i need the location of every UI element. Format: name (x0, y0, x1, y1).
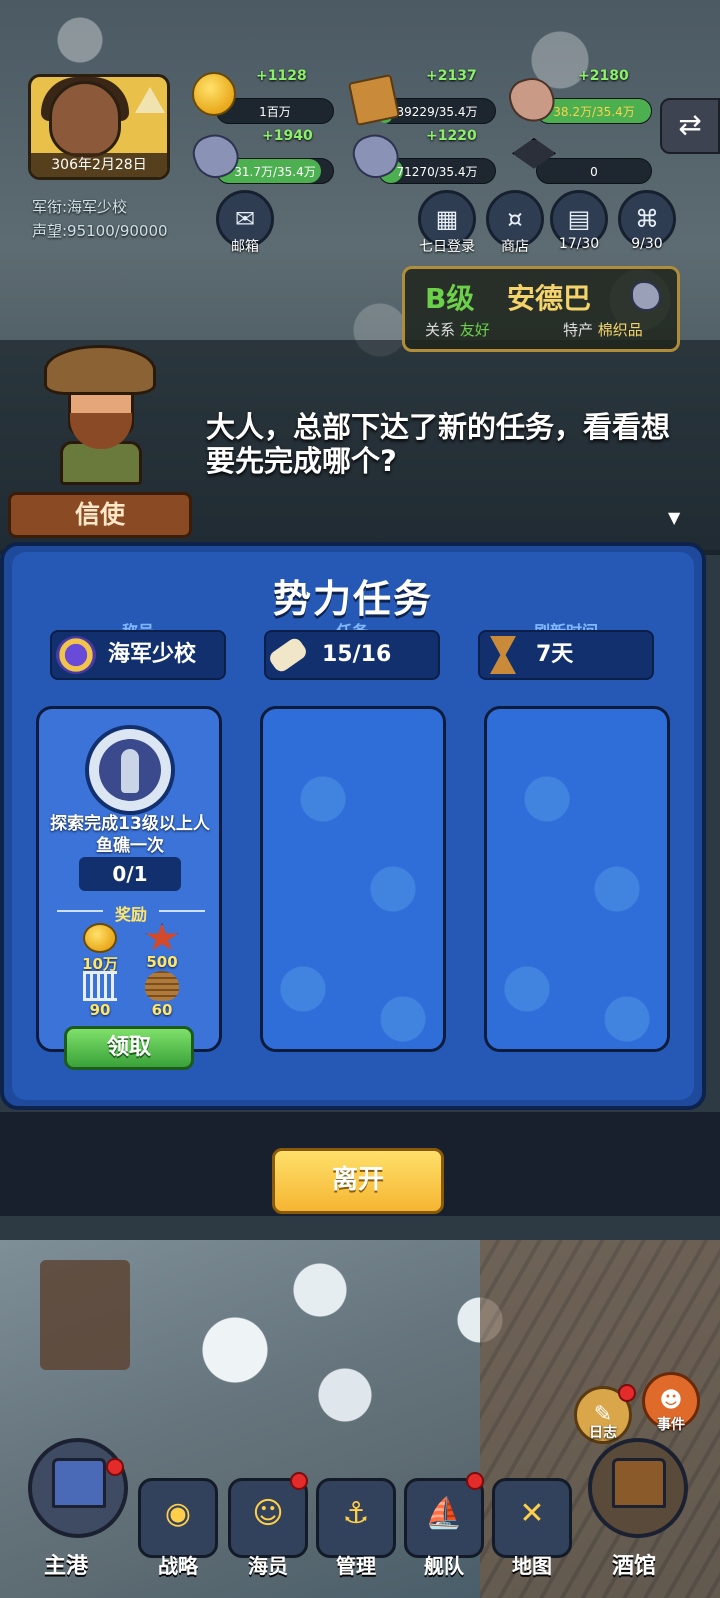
tavern-button[interactable] (588, 1438, 688, 1538)
reward-reputation: 500 (135, 923, 189, 971)
relation-value: 友好 (459, 321, 490, 339)
crew-label: 海员 (248, 1554, 288, 1578)
stone-delta: +2180 (578, 68, 629, 84)
dialog-text: 大人，总部下达了新的任务，看看想要先完成哪个? (206, 410, 671, 478)
empty-task-slot (260, 706, 446, 1052)
strategy-label: 战略 (158, 1554, 198, 1578)
tavern-building-icon (612, 1458, 666, 1508)
refresh-stat: 7天 (478, 630, 654, 680)
gold-coin-icon (192, 72, 236, 116)
manage-button[interactable]: ⚓ (316, 1478, 396, 1558)
money-bag-icon: ¤ (507, 205, 523, 233)
rope-coil-icon (145, 971, 179, 1001)
wood-crate-icon (347, 73, 401, 127)
reward-fishbone: 90 (73, 971, 127, 1019)
calendar-icon: ▦ (435, 205, 459, 233)
demon-face-icon: ☻ (659, 1388, 683, 1413)
fleet-button[interactable]: ⛵ (404, 1478, 484, 1558)
title-stat: 海军少校 (50, 630, 226, 680)
product-value: 棉织品 (597, 321, 643, 339)
fleet-label: 舰队 (424, 1554, 464, 1578)
rank-badge-icon (56, 636, 96, 674)
claim-button[interactable]: 领取 (64, 1026, 194, 1070)
tavern-label: 酒馆 (612, 1554, 657, 1579)
event-label: 事件 (657, 1417, 685, 1433)
gold-value: 1百万 (259, 105, 291, 119)
nation-relation: 关系 友好 (425, 321, 490, 339)
mermaid-reef-icon (85, 725, 175, 815)
map-icon: ✕ (519, 1496, 545, 1531)
star-medal-icon (145, 923, 179, 951)
leave-button[interactable]: 离开 (272, 1148, 444, 1214)
speaker-name: 信使 (8, 492, 192, 538)
avatar-face (49, 81, 121, 157)
academy-bar: 0 (536, 158, 652, 184)
reward-header: 奖励 (114, 905, 147, 924)
ship-icon: ⛵ (425, 1496, 463, 1531)
notification-dot (466, 1472, 484, 1490)
manage-label: 管理 (336, 1554, 376, 1578)
gold-coin-icon (83, 923, 117, 953)
reward-rope: 60 (135, 971, 189, 1019)
notification-dot (106, 1458, 124, 1476)
hat-icon (44, 345, 156, 395)
envelope-icon: ✉ (234, 205, 256, 233)
scroll-icon: ⌘ (635, 205, 659, 233)
mermaid-icon (121, 749, 139, 793)
scroll-icon (266, 635, 310, 675)
sailor-icon: ☺ (252, 1496, 284, 1531)
swap-arrows-icon[interactable]: ⇄ (660, 98, 720, 154)
panel-title: 势力任务 (272, 577, 433, 621)
nation-name: 安德巴 (507, 282, 592, 315)
fish-bone-icon (83, 971, 117, 1001)
dialog-next-icon[interactable]: ▼ (668, 508, 688, 527)
task-description: 探索完成13级以上人鱼礁一次 (50, 814, 210, 856)
nation-grade: B级 (425, 282, 475, 315)
game-date: 306年2月28日 (31, 153, 167, 177)
academy-value: 0 (590, 165, 598, 179)
notification-dot (618, 1384, 636, 1402)
port-building-icon (52, 1458, 106, 1508)
map-button[interactable]: ✕ (492, 1478, 572, 1558)
task-progress: 0/1 (79, 857, 181, 891)
rank-label: 军衔:海军少校 (32, 198, 128, 216)
globe-icon: ◉ (164, 1496, 192, 1531)
notification-dot (290, 1472, 308, 1490)
gem-delta: +1220 (426, 128, 477, 144)
crew-button[interactable]: ☺ (228, 1478, 308, 1558)
iron-delta: +1940 (262, 128, 313, 144)
messenger-portrait (44, 345, 156, 485)
gem-icon (631, 281, 661, 311)
home-port-label: 主港 (44, 1554, 89, 1579)
nation-product: 特产 棉织品 (563, 321, 643, 339)
refresh-stat-value: 7天 (536, 642, 574, 667)
player-avatar[interactable]: 306年2月28日 (28, 74, 170, 180)
anchor-icon: ⚓ (342, 1496, 370, 1531)
book-icon: ▤ (567, 205, 591, 233)
home-port-button[interactable] (28, 1438, 128, 1538)
task-stat-value: 15/16 (322, 642, 392, 667)
gold-delta: +1128 (256, 68, 307, 84)
reputation-label: 声望:95100/90000 (32, 222, 168, 240)
task-stat: 15/16 (264, 630, 440, 680)
reward-gold: 10万 (73, 923, 127, 974)
harbor-house (40, 1260, 130, 1370)
quest-count: 9/30 (631, 236, 663, 252)
title-stat-value: 海军少校 (108, 642, 197, 667)
nation-info-card[interactable]: B级 安德巴 关系 友好 特产 棉织品 (402, 266, 680, 352)
mail-label: 邮箱 (231, 239, 259, 255)
strategy-button[interactable]: ◉ (138, 1478, 218, 1558)
wood-delta: +2137 (426, 68, 477, 84)
empty-task-slot (484, 706, 670, 1052)
hourglass-icon (490, 636, 516, 674)
map-label: 地图 (512, 1554, 552, 1578)
task-card[interactable]: 探索完成13级以上人鱼礁一次 0/1 奖励 10万 500 90 60 (36, 706, 222, 1052)
rank-triangle-icon (135, 87, 165, 113)
